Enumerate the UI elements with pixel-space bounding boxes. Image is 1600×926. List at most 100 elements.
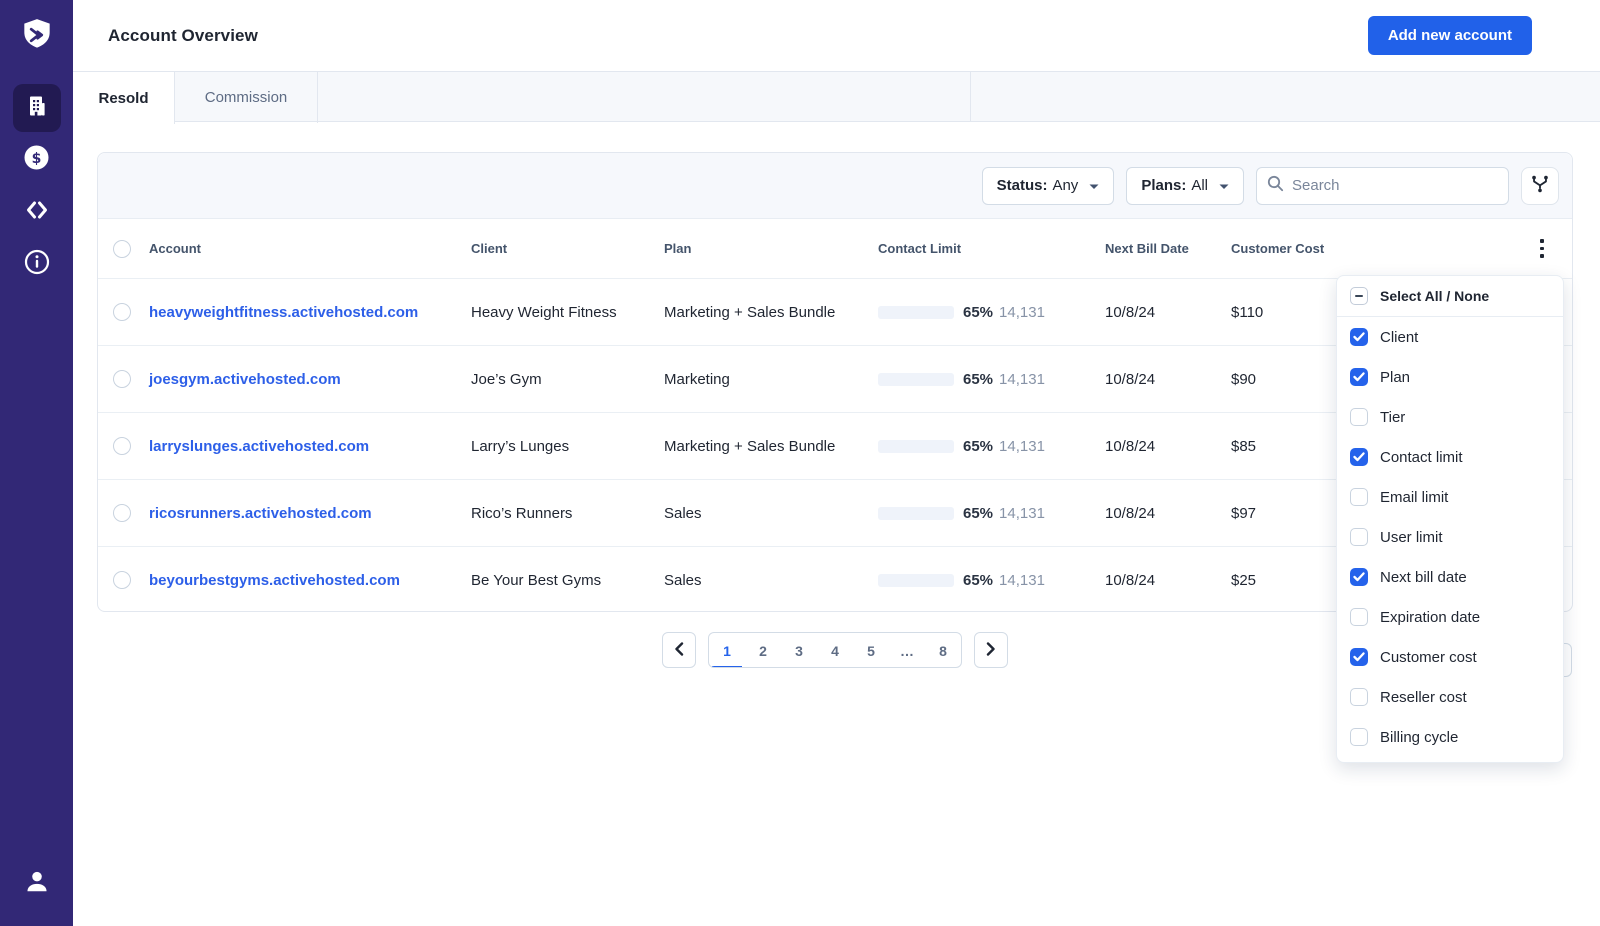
row-checkbox[interactable] xyxy=(113,571,131,589)
option-label: Expiration date xyxy=(1380,608,1481,626)
contact-count: 14,131 xyxy=(999,303,1045,321)
column-option-tier[interactable]: Tier xyxy=(1337,397,1563,437)
contact-progress-bar xyxy=(878,573,954,587)
column-option-reseller-cost[interactable]: Reseller cost xyxy=(1337,677,1563,717)
next-bill-date-cell: 10/8/24 xyxy=(1105,504,1156,522)
plan-cell: Marketing xyxy=(664,370,730,388)
building-icon xyxy=(25,94,49,123)
column-option-email-limit[interactable]: Email limit xyxy=(1337,477,1563,517)
contact-count: 14,131 xyxy=(999,370,1045,388)
app-logo xyxy=(0,16,73,59)
checkbox[interactable] xyxy=(1350,368,1368,386)
sidebar-item-info[interactable] xyxy=(13,240,61,288)
option-label: Contact limit xyxy=(1380,448,1463,466)
sidebar-item-developer[interactable] xyxy=(13,188,61,236)
advanced-filter-button[interactable] xyxy=(1521,166,1559,205)
checkbox[interactable] xyxy=(1350,448,1368,466)
contact-progress-bar xyxy=(878,372,954,386)
search-input[interactable] xyxy=(1292,177,1498,194)
filter-bar: Status: Any Plans: All xyxy=(98,153,1572,219)
column-option-next-bill-date[interactable]: Next bill date xyxy=(1337,557,1563,597)
row-checkbox[interactable] xyxy=(113,303,131,321)
checkbox[interactable] xyxy=(1350,488,1368,506)
user-icon xyxy=(24,869,50,900)
next-bill-date-cell: 10/8/24 xyxy=(1105,370,1156,388)
page-number-5[interactable]: 5 xyxy=(853,633,889,667)
add-new-account-button[interactable]: Add new account xyxy=(1367,16,1532,55)
contact-percent: 65% xyxy=(963,504,994,522)
page-number-2[interactable]: 2 xyxy=(745,633,781,667)
plan-cell: Marketing + Sales Bundle xyxy=(664,437,836,455)
plan-cell: Sales xyxy=(664,504,702,522)
select-all-none-option[interactable]: Select All / None xyxy=(1337,276,1563,317)
sidebar: $ xyxy=(0,0,73,926)
table-header-row: Account Client Plan Contact Limit Next B… xyxy=(98,219,1572,278)
status-filter-dropdown[interactable]: Status: Any xyxy=(981,166,1115,205)
checkbox[interactable] xyxy=(1350,608,1368,626)
page-number-4[interactable]: 4 xyxy=(817,633,853,667)
sidebar-user[interactable] xyxy=(0,869,73,900)
plan-cell: Sales xyxy=(664,571,702,589)
contact-percent: 65% xyxy=(963,437,994,455)
column-options-kebab-icon[interactable] xyxy=(1528,235,1556,263)
tab-resold[interactable]: Resold xyxy=(73,72,175,124)
column-option-billing-cycle[interactable]: Billing cycle xyxy=(1337,717,1563,757)
account-link[interactable]: joesgym.activehosted.com xyxy=(149,371,471,388)
row-checkbox[interactable] xyxy=(113,504,131,522)
select-all-label: Select All / None xyxy=(1380,288,1490,304)
column-option-client[interactable]: Client xyxy=(1337,317,1563,357)
row-checkbox[interactable] xyxy=(113,437,131,455)
contact-progress-bar xyxy=(878,439,954,453)
tab-strip-divider xyxy=(970,72,971,122)
checkbox[interactable] xyxy=(1350,648,1368,666)
plans-filter-value: All xyxy=(1191,177,1208,194)
sidebar-item-accounts[interactable] xyxy=(12,84,61,132)
account-link[interactable]: beyourbestgyms.activehosted.com xyxy=(149,572,471,589)
column-option-plan[interactable]: Plan xyxy=(1337,357,1563,397)
checkbox[interactable] xyxy=(1350,688,1368,706)
column-header-client: Client xyxy=(471,241,508,256)
client-cell: Larry’s Lunges xyxy=(471,437,570,455)
select-all-rows-checkbox[interactable] xyxy=(113,239,131,258)
option-label: Customer cost xyxy=(1380,648,1477,666)
account-link[interactable]: ricosrunners.activehosted.com xyxy=(149,505,471,522)
checkbox[interactable] xyxy=(1350,568,1368,586)
code-icon xyxy=(25,199,49,226)
column-option-contact-limit[interactable]: Contact limit xyxy=(1337,437,1563,477)
contact-limit-cell: 65% 14,131 xyxy=(878,438,1105,455)
contact-percent: 65% xyxy=(963,303,994,321)
previous-page-button[interactable] xyxy=(662,632,696,668)
plans-filter-dropdown[interactable]: Plans: All xyxy=(1126,166,1244,205)
account-link[interactable]: heavyweightfitness.activehosted.com xyxy=(149,304,471,321)
checkbox[interactable] xyxy=(1350,528,1368,546)
column-option-expiration-date[interactable]: Expiration date xyxy=(1337,597,1563,637)
checkbox[interactable] xyxy=(1350,408,1368,426)
client-cell: Be Your Best Gyms xyxy=(471,571,602,589)
account-link[interactable]: larryslunges.activehosted.com xyxy=(149,438,471,455)
page-number-8[interactable]: 8 xyxy=(925,633,961,667)
page-number-3[interactable]: 3 xyxy=(781,633,817,667)
next-bill-date-cell: 10/8/24 xyxy=(1105,303,1156,321)
next-page-button[interactable] xyxy=(974,632,1008,668)
option-label: Client xyxy=(1380,328,1419,346)
contact-limit-cell: 65% 14,131 xyxy=(878,572,1105,589)
contact-progress-bar xyxy=(878,305,954,319)
info-icon xyxy=(24,249,50,280)
column-option-user-limit[interactable]: User limit xyxy=(1337,517,1563,557)
chevron-down-icon xyxy=(1219,177,1229,194)
sidebar-item-billing[interactable]: $ xyxy=(13,136,61,184)
option-label: Billing cycle xyxy=(1380,728,1459,746)
tab-commission[interactable]: Commission xyxy=(175,72,318,123)
row-checkbox[interactable] xyxy=(113,370,131,388)
contact-limit-cell: 65% 14,131 xyxy=(878,371,1105,388)
checkbox[interactable] xyxy=(1350,728,1368,746)
column-option-customer-cost[interactable]: Customer cost xyxy=(1337,637,1563,677)
page-number-1[interactable]: 1 xyxy=(709,633,745,667)
plans-filter-label: Plans: xyxy=(1141,177,1187,194)
select-all-checkbox[interactable] xyxy=(1350,287,1368,305)
status-filter-value: Any xyxy=(1052,177,1079,194)
dollar-icon: $ xyxy=(23,144,50,176)
option-label: Plan xyxy=(1380,368,1411,386)
checkbox[interactable] xyxy=(1350,328,1368,346)
sidebar-nav: $ xyxy=(0,84,73,290)
